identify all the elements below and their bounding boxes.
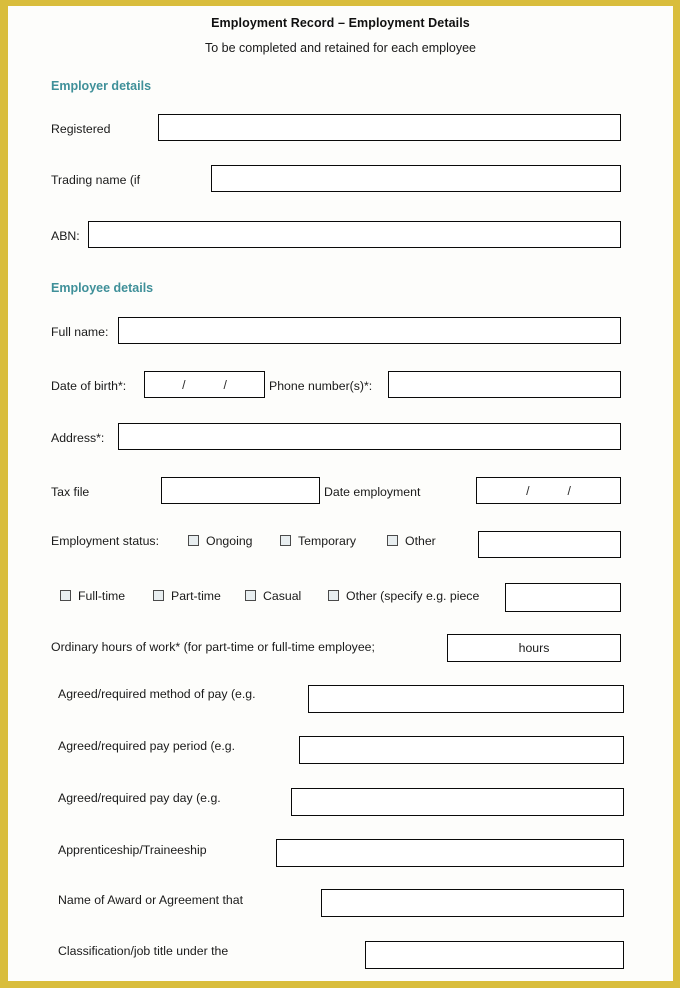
label-date-of-birth: Date of birth*: — [51, 379, 127, 393]
input-ordinary-hours-of-work[interactable]: hours — [447, 634, 621, 662]
input-tax-file-number[interactable] — [161, 477, 320, 504]
input-full-name[interactable] — [118, 317, 621, 344]
label-full-name: Full name: — [51, 325, 109, 339]
label-type-other: Other (specify e.g. piece — [346, 589, 480, 603]
input-award-or-agreement-name[interactable] — [321, 889, 624, 917]
label-type-part-time: Part-time — [171, 589, 221, 603]
input-address[interactable] — [118, 423, 621, 450]
input-pay-day[interactable] — [291, 788, 624, 816]
section-heading-employee-details: Employee details — [51, 281, 154, 295]
date-employment-separator-month-year: / — [567, 483, 571, 498]
input-date-of-birth[interactable]: / / — [144, 371, 265, 398]
checkbox-status-ongoing[interactable] — [188, 535, 199, 546]
input-abn[interactable] — [88, 221, 621, 248]
label-status-temporary: Temporary — [298, 534, 357, 548]
page-subtitle: To be completed and retained for each em… — [204, 41, 476, 55]
label-abn: ABN: — [51, 229, 80, 243]
checkbox-status-temporary[interactable] — [280, 535, 291, 546]
date-of-birth-separators: / / — [145, 372, 264, 397]
input-apprenticeship-traineeship[interactable] — [276, 839, 624, 867]
label-classification-job-title: Classification/job title under the — [58, 944, 229, 958]
label-method-of-pay: Agreed/required method of pay (e.g. — [58, 687, 256, 701]
label-status-other: Other — [405, 534, 436, 548]
label-phone-number: Phone number(s)*: — [269, 379, 373, 393]
ordinary-hours-unit-label: hours — [518, 641, 550, 655]
input-employment-type-other[interactable] — [505, 583, 621, 612]
input-registered-name[interactable] — [158, 114, 621, 141]
label-registered-name: Registered — [51, 122, 111, 136]
input-phone-number[interactable] — [388, 371, 621, 398]
page-border-frame: Employment Record – Employment Details T… — [0, 0, 680, 988]
form-page: Employment Record – Employment Details T… — [8, 6, 673, 981]
checkbox-type-full-time[interactable] — [60, 590, 71, 601]
label-address: Address*: — [51, 431, 105, 445]
input-classification-job-title[interactable] — [365, 941, 624, 969]
date-separator-day-month: / — [182, 377, 186, 392]
checkbox-type-other[interactable] — [328, 590, 339, 601]
input-trading-name[interactable] — [211, 165, 621, 192]
label-trading-name: Trading name (if — [51, 173, 141, 187]
label-pay-period: Agreed/required pay period (e.g. — [58, 739, 236, 753]
input-employment-status-other[interactable] — [478, 531, 621, 558]
date-employment-separator-day-month: / — [526, 483, 530, 498]
label-apprenticeship-traineeship: Apprenticeship/Traineeship — [58, 843, 207, 857]
label-tax-file-number: Tax file — [51, 485, 90, 499]
date-separator-month-year: / — [223, 377, 227, 392]
label-status-ongoing: Ongoing — [206, 534, 253, 548]
label-type-casual: Casual — [263, 589, 302, 603]
section-heading-employer-details: Employer details — [51, 79, 152, 93]
label-date-employment-started: Date employment — [324, 485, 421, 499]
checkbox-type-part-time[interactable] — [153, 590, 164, 601]
label-ordinary-hours-of-work: Ordinary hours of work* (for part-time o… — [51, 640, 375, 654]
page-title: Employment Record – Employment Details — [211, 16, 470, 30]
checkbox-status-other[interactable] — [387, 535, 398, 546]
label-employment-status: Employment status: — [51, 534, 159, 548]
input-date-employment-started[interactable]: / / — [476, 477, 621, 504]
date-employment-separators: / / — [477, 478, 620, 503]
label-type-full-time: Full-time — [78, 589, 126, 603]
input-pay-period[interactable] — [299, 736, 624, 764]
checkbox-type-casual[interactable] — [245, 590, 256, 601]
label-pay-day: Agreed/required pay day (e.g. — [58, 791, 221, 805]
label-award-or-agreement-name: Name of Award or Agreement that — [58, 893, 244, 907]
input-method-of-pay[interactable] — [308, 685, 624, 713]
